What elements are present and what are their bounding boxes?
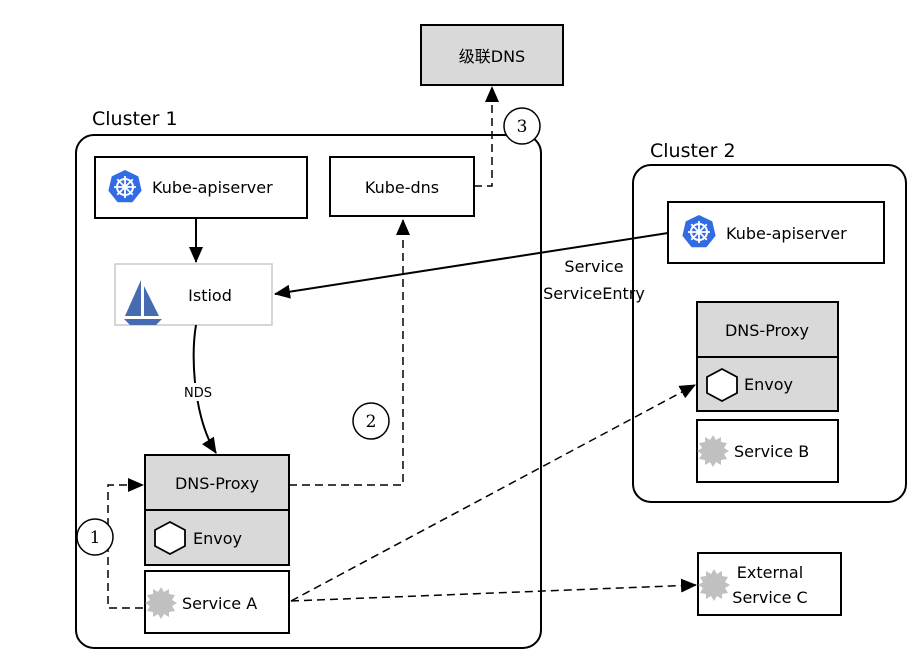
nds-label: NDS (184, 386, 212, 401)
external-label-line2: Service C (732, 588, 807, 607)
step1-arrow (107, 478, 144, 609)
cascade-dns-label: 级联DNS (459, 47, 525, 66)
envoy-hexagon-icon (706, 368, 738, 402)
cluster1-envoy-box: Envoy (144, 509, 290, 566)
envoy-label: Envoy (744, 375, 793, 394)
step3-arrow (474, 86, 499, 187)
service-a-to-external-arrow (290, 578, 697, 602)
service-b-box: Service B (696, 419, 839, 483)
kube-dns-label: Kube-dns (365, 178, 439, 197)
envoy-hexagon-icon (154, 521, 186, 555)
dns-proxy-label: DNS-Proxy (725, 321, 809, 340)
cluster1-kube-apiserver-box: Kube-apiserver (94, 156, 308, 219)
diagram: 级联DNS Cluster 1 Kube-apiserver Kube-dns … (75, 24, 907, 649)
service-b-label: Service B (734, 442, 809, 461)
cluster1-title: Cluster 1 (92, 108, 178, 130)
service-a-box: Service A (144, 570, 290, 634)
cluster2-envoy-box: Envoy (696, 356, 839, 412)
step2-arrow (289, 219, 410, 486)
istiod-box: Istiod (114, 263, 273, 326)
dns-proxy-label: DNS-Proxy (175, 474, 259, 493)
external-label-line1: External (737, 563, 803, 582)
step1-number: 1 (90, 528, 101, 548)
step2-number: 2 (366, 412, 377, 432)
envoy-label: Envoy (193, 529, 242, 548)
istiod-label: Istiod (188, 286, 232, 305)
kube-dns-box: Kube-dns (329, 156, 475, 217)
cascade-dns-box: 级联DNS (420, 24, 564, 86)
external-service-c-box: External Service C (697, 552, 842, 616)
cluster2-dns-proxy-box: DNS-Proxy (696, 301, 839, 358)
step3-number: 3 (517, 117, 528, 137)
service-a-label: Service A (182, 594, 257, 613)
sync-label-service: Service (564, 257, 623, 276)
cluster2-kube-apiserver-box: Kube-apiserver (667, 201, 885, 264)
kube-apiserver-label: Kube-apiserver (152, 178, 273, 197)
cluster2-title: Cluster 2 (650, 140, 736, 162)
cluster1-dns-proxy-box: DNS-Proxy (144, 454, 290, 511)
sync-label-serviceentry: ServiceEntry (543, 284, 645, 303)
kube-apiserver-label: Kube-apiserver (726, 224, 847, 243)
